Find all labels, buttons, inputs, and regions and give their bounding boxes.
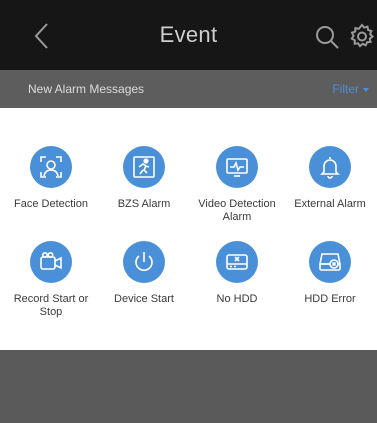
caret-down-icon — [363, 87, 369, 92]
alarm-type-label: External Alarm — [294, 198, 366, 210]
alarm-type-hdd-error[interactable]: HDD Error — [284, 241, 376, 319]
filter-label: Filter — [332, 82, 359, 96]
alarm-type-record-start-stop[interactable]: Record Start or Stop — [5, 241, 97, 319]
video-camera-icon — [30, 241, 72, 283]
running-person-icon — [123, 146, 165, 188]
alarm-type-bzs-alarm[interactable]: BZS Alarm — [98, 146, 190, 224]
bell-icon — [309, 146, 351, 188]
alarm-type-device-start[interactable]: Device Start — [98, 241, 190, 319]
hdd-missing-icon — [216, 241, 258, 283]
alarm-messages-bar: New Alarm Messages Filter — [0, 70, 377, 108]
alarm-type-panel: Face Detection BZS Alarm Video Detection… — [0, 108, 377, 350]
face-detection-icon — [30, 146, 72, 188]
alarm-type-label: No HDD — [216, 293, 258, 305]
alarm-type-no-hdd[interactable]: No HDD — [191, 241, 283, 319]
section-title: New Alarm Messages — [28, 82, 145, 96]
alarm-type-external-alarm[interactable]: External Alarm — [284, 146, 376, 224]
event-screen: Event New Alarm Messages Filter Face Det… — [0, 0, 377, 423]
alarm-type-face-detection[interactable]: Face Detection — [5, 146, 97, 224]
search-icon[interactable] — [314, 24, 340, 50]
alarm-type-label: Face Detection — [14, 198, 88, 210]
hdd-error-icon — [309, 241, 351, 283]
gear-icon[interactable] — [348, 22, 376, 50]
alarm-type-label: Device Start — [114, 293, 174, 305]
dimmed-overlay[interactable] — [0, 350, 377, 423]
alarm-type-label: Video Detection Alarm — [198, 198, 276, 223]
alarm-type-label: HDD Error — [304, 293, 356, 305]
power-icon — [123, 241, 165, 283]
app-header: Event — [0, 0, 377, 70]
monitor-waveform-icon — [216, 146, 258, 188]
filter-button[interactable]: Filter — [332, 82, 369, 96]
alarm-type-label: Record Start or Stop — [13, 293, 89, 318]
alarm-type-label: BZS Alarm — [117, 198, 171, 210]
alarm-type-video-detection[interactable]: Video Detection Alarm — [191, 146, 283, 224]
